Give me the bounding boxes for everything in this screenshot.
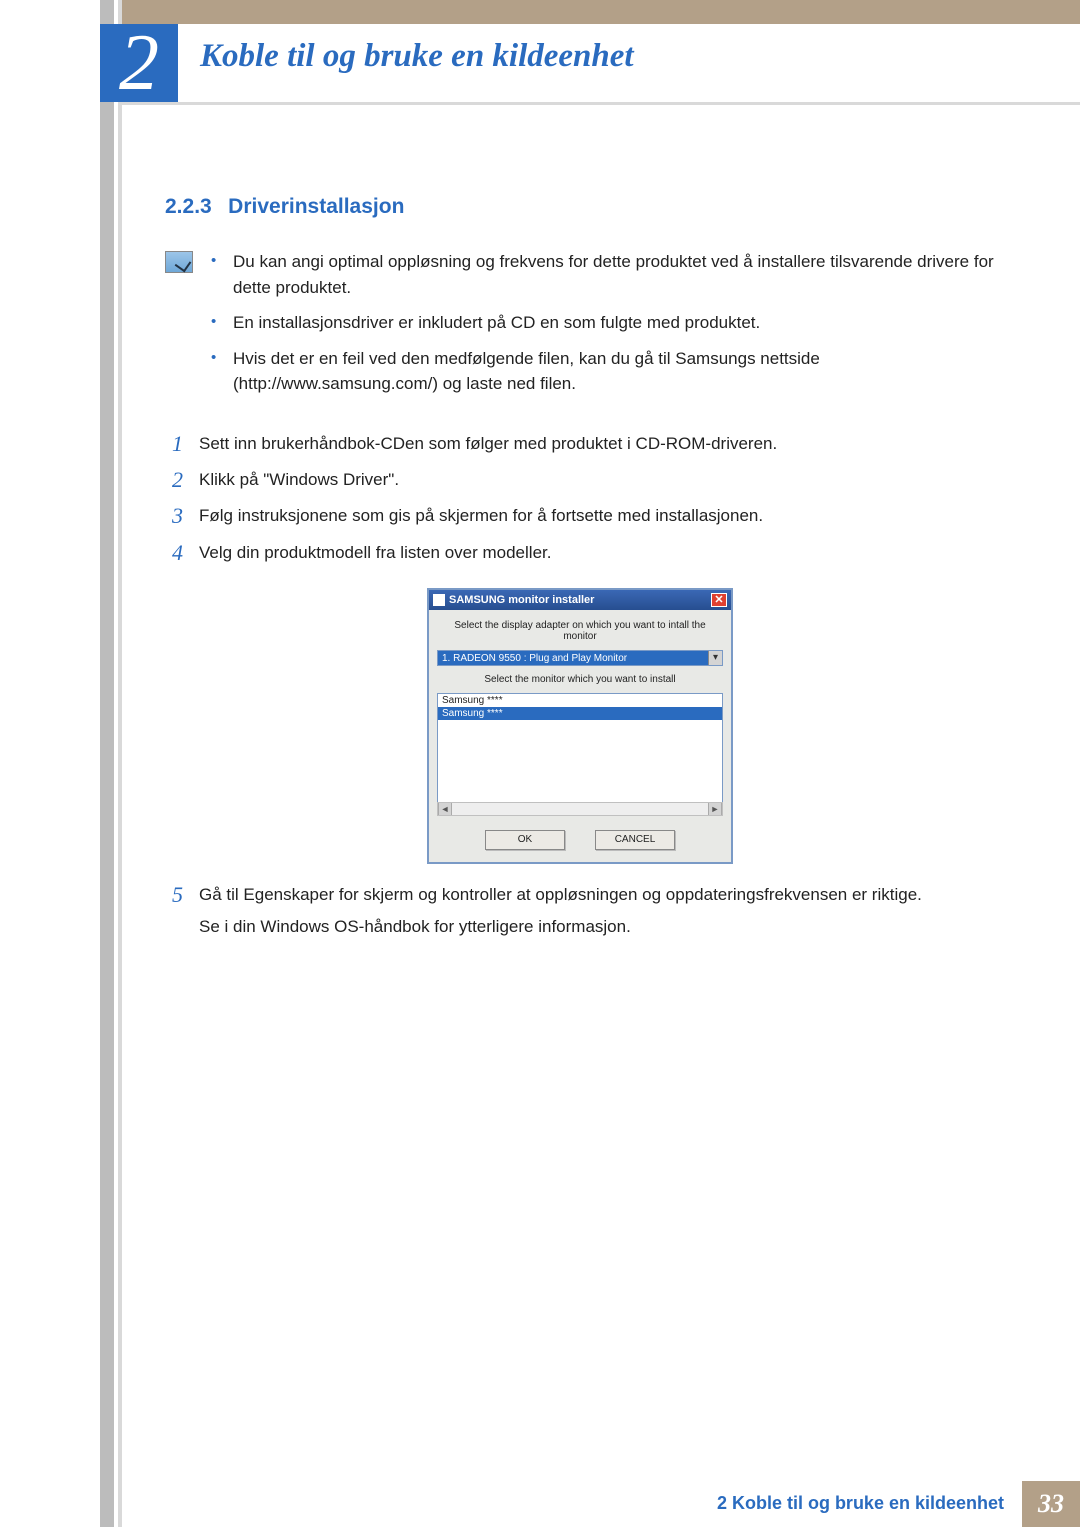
section-title: Driverinstallasjon — [228, 195, 404, 218]
list-item[interactable]: Samsung **** — [438, 694, 722, 707]
step5-line2: Se i din Windows OS-håndbok for ytterlig… — [199, 914, 995, 940]
note-list: Du kan angi optimal oppløsning og frekve… — [211, 249, 995, 407]
left-stripe — [100, 0, 114, 1527]
step: 1 Sett inn brukerhåndbok-CDen som følger… — [165, 431, 995, 457]
installer-buttons: OK CANCEL — [437, 830, 723, 850]
step-number: 5 — [165, 882, 183, 939]
step-text: Klikk på "Windows Driver". — [199, 467, 995, 493]
adapter-dropdown[interactable]: 1. RADEON 9550 : Plug and Play Monitor ▾ — [437, 650, 723, 666]
cancel-button[interactable]: CANCEL — [595, 830, 675, 850]
page-number: 33 — [1022, 1481, 1080, 1527]
installer-window: SAMSUNG monitor installer ✕ Select the d… — [427, 588, 733, 864]
monitor-listbox[interactable]: Samsung **** Samsung **** — [437, 693, 723, 803]
adapter-label: Select the display adapter on which you … — [437, 620, 723, 642]
step-text: Følg instruksjonene som gis på skjermen … — [199, 503, 995, 529]
chevron-down-icon[interactable]: ▾ — [708, 651, 722, 665]
step-number: 3 — [165, 503, 183, 529]
installer-body: Select the display adapter on which you … — [429, 610, 731, 862]
step: 2 Klikk på "Windows Driver". — [165, 467, 995, 493]
header-underline — [122, 102, 1080, 105]
installer-title: SAMSUNG monitor installer — [449, 594, 594, 606]
step-text: Sett inn brukerhåndbok-CDen som følger m… — [199, 431, 995, 457]
page-content: 2.2.3 Driverinstallasjon Du kan angi opt… — [165, 195, 995, 949]
adapter-selected: 1. RADEON 9550 : Plug and Play Monitor — [438, 651, 708, 665]
note-item: En installasjonsdriver er inkludert på C… — [211, 310, 995, 336]
scroll-left-icon[interactable]: ◄ — [438, 803, 452, 815]
note-item: Du kan angi optimal oppløsning og frekve… — [211, 249, 995, 300]
step-number: 4 — [165, 540, 183, 566]
step: 5 Gå til Egenskaper for skjerm og kontro… — [165, 882, 995, 939]
step: 3 Følg instruksjonene som gis på skjerme… — [165, 503, 995, 529]
section-number: 2.2.3 — [165, 195, 212, 218]
monitor-label: Select the monitor which you want to ins… — [437, 674, 723, 685]
scroll-right-icon[interactable]: ► — [708, 803, 722, 815]
step-text: Gå til Egenskaper for skjerm og kontroll… — [199, 882, 995, 939]
top-header-bar — [122, 0, 1080, 24]
ok-button[interactable]: OK — [485, 830, 565, 850]
steps-list: 1 Sett inn brukerhåndbok-CDen som følger… — [165, 431, 995, 940]
note-icon — [165, 251, 193, 273]
step-text: Velg din produktmodell fra listen over m… — [199, 540, 995, 566]
step-number: 1 — [165, 431, 183, 457]
close-button[interactable]: ✕ — [711, 593, 727, 607]
section-heading: 2.2.3 Driverinstallasjon — [165, 195, 995, 219]
left-stripe-thin — [118, 0, 122, 1527]
step5-line1: Gå til Egenskaper for skjerm og kontroll… — [199, 882, 995, 908]
chapter-title: Koble til og bruke en kildeenhet — [200, 38, 634, 75]
footer-chapter-label: 2 Koble til og bruke en kildeenhet — [717, 1481, 1022, 1527]
horizontal-scrollbar[interactable]: ◄ ► — [437, 802, 723, 816]
installer-titlebar: SAMSUNG monitor installer ✕ — [429, 590, 731, 610]
list-item-selected[interactable]: Samsung **** — [438, 707, 722, 720]
page-footer: 2 Koble til og bruke en kildeenhet 33 — [717, 1481, 1080, 1527]
step: 4 Velg din produktmodell fra listen over… — [165, 540, 995, 566]
note-block: Du kan angi optimal oppløsning og frekve… — [165, 249, 995, 407]
step-number: 2 — [165, 467, 183, 493]
note-item: Hvis det er en feil ved den medfølgende … — [211, 346, 995, 397]
chapter-number-box: 2 — [100, 24, 178, 102]
window-icon — [433, 594, 445, 606]
